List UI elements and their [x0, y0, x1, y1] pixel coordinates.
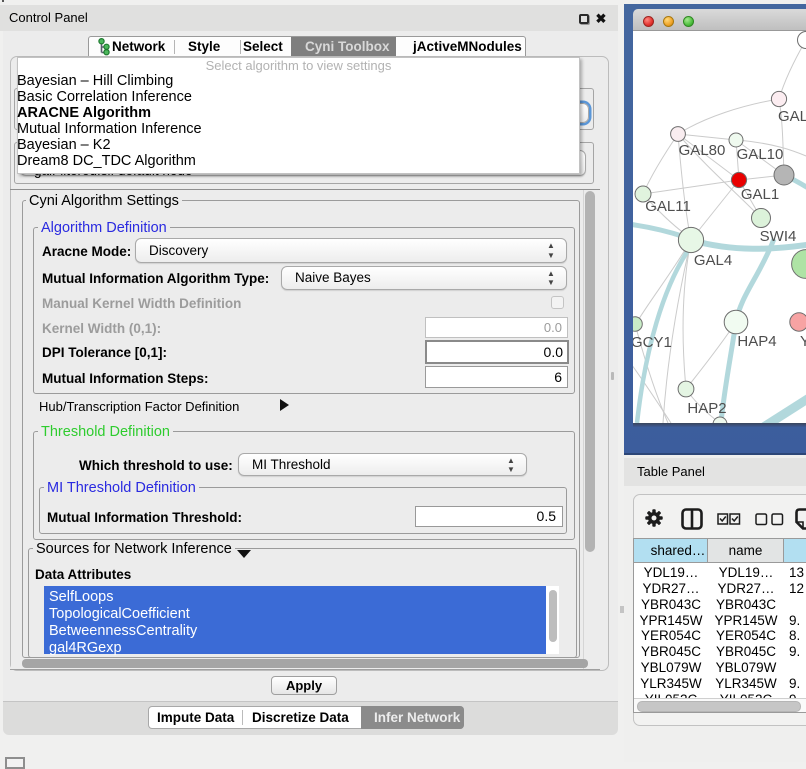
svg-text:GAL80: GAL80	[679, 142, 726, 159]
svg-text:GAL1: GAL1	[741, 186, 779, 203]
svg-text:SWI4: SWI4	[760, 228, 797, 245]
svg-text:YJ: YJ	[800, 333, 806, 350]
svg-text:HAP4: HAP4	[737, 333, 776, 350]
svg-text:GAL11: GAL11	[645, 198, 691, 215]
svg-text:GAL2: GAL2	[778, 108, 806, 125]
svg-text:GCY1: GCY1	[633, 334, 672, 351]
svg-text:GAL4: GAL4	[694, 252, 732, 269]
svg-text:HAP2: HAP2	[687, 400, 726, 417]
svg-text:GAL10: GAL10	[737, 146, 784, 163]
